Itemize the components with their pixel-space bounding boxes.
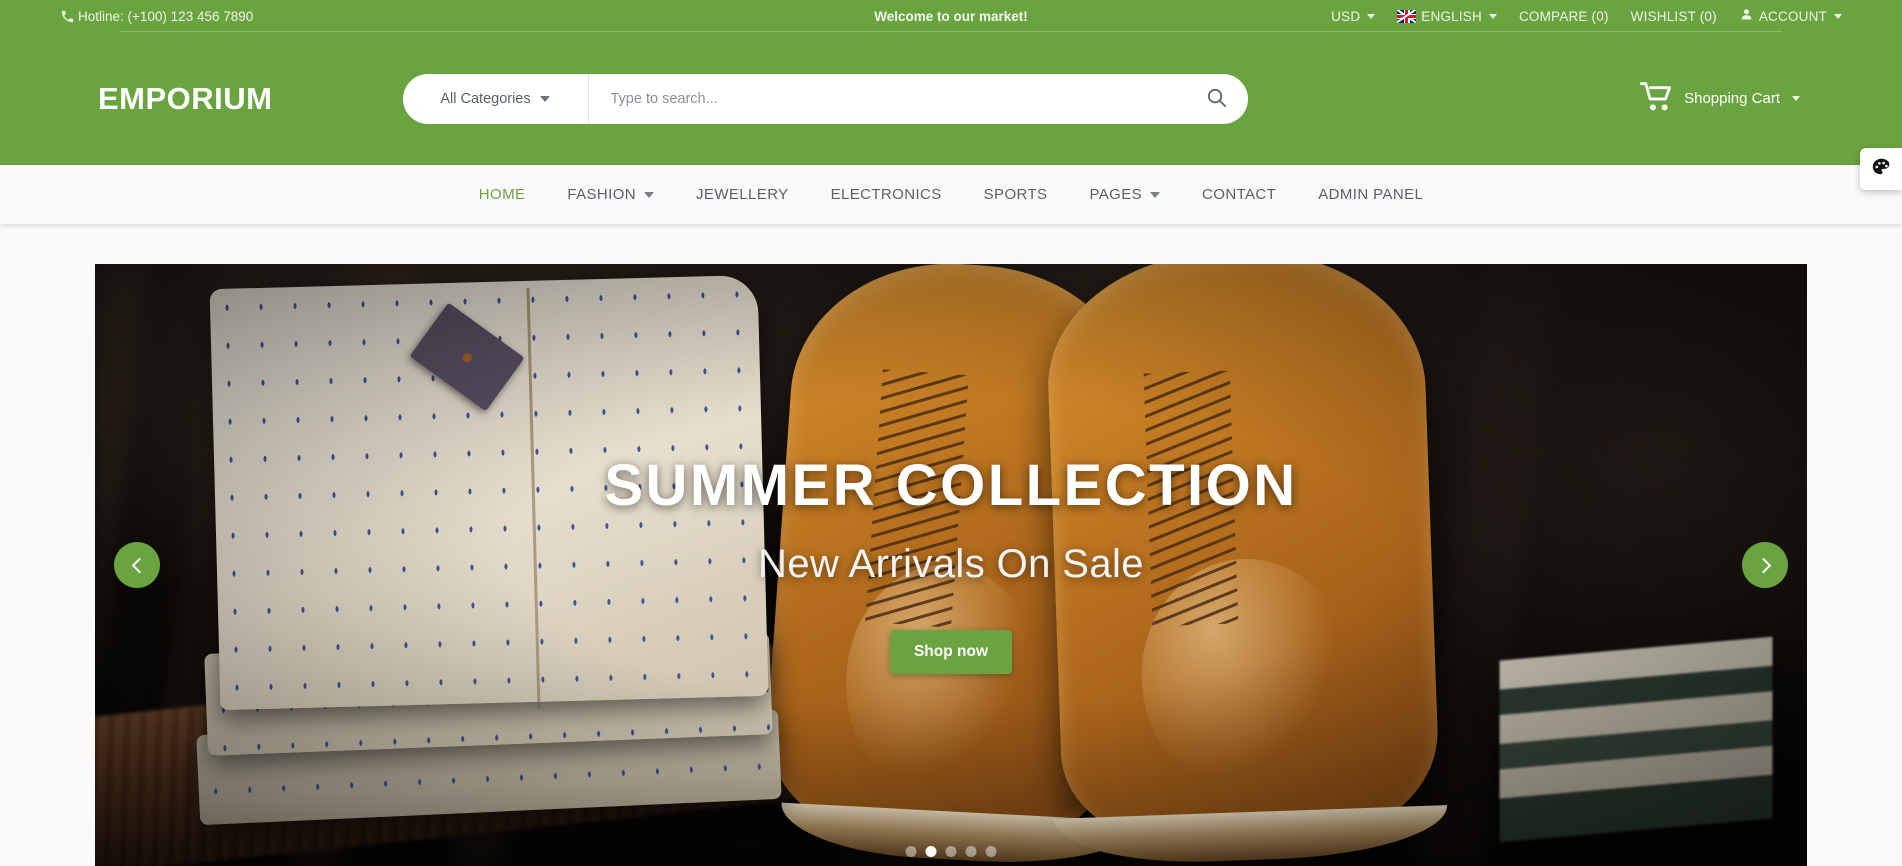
category-select[interactable]: All Categories bbox=[403, 73, 589, 124]
chevron-down-icon bbox=[1834, 13, 1842, 19]
nav-item-label: CONTACT bbox=[1202, 186, 1277, 203]
search-input[interactable] bbox=[588, 73, 1186, 124]
language-selector[interactable]: ENGLISH bbox=[1397, 9, 1497, 24]
nav-item-label: FASHION bbox=[567, 186, 637, 203]
currency-selector[interactable]: USD bbox=[1331, 8, 1376, 24]
chevron-left-icon bbox=[131, 557, 147, 573]
hotline-text: Hotline: (+100) 123 456 7890 bbox=[78, 8, 254, 24]
nav-item-label: ELECTRONICS bbox=[830, 186, 942, 203]
nav-item-label: ADMIN PANEL bbox=[1318, 186, 1424, 203]
nav-item-contact[interactable]: CONTACT bbox=[1181, 186, 1297, 203]
shop-now-button[interactable]: Shop now bbox=[889, 629, 1013, 674]
nav-item-jewellery[interactable]: JEWELLERY bbox=[675, 186, 810, 203]
nav-item-electronics[interactable]: ELECTRONICS bbox=[810, 186, 963, 203]
top-bar-divider bbox=[120, 31, 1782, 32]
account-menu[interactable]: ACCOUNT bbox=[1739, 7, 1842, 25]
nav-item-label: PAGES bbox=[1089, 186, 1143, 203]
nav-item-label: SPORTS bbox=[983, 186, 1048, 203]
hero-title: SUMMER COLLECTION bbox=[604, 452, 1298, 518]
site-header: EMPORIUM All Categories Type to search..… bbox=[0, 32, 1902, 165]
wishlist-link[interactable]: WISHLIST (0) bbox=[1631, 9, 1717, 24]
hero-dot-2[interactable] bbox=[925, 846, 937, 857]
chevron-right-icon bbox=[1755, 557, 1771, 573]
chevron-down-icon bbox=[1792, 96, 1800, 101]
chevron-down-icon bbox=[1150, 191, 1161, 198]
hero-pagination-dots bbox=[905, 846, 997, 857]
shopping-cart-icon bbox=[1640, 81, 1674, 116]
hero-content: SUMMER COLLECTION New Arrivals On Sale S… bbox=[95, 264, 1807, 866]
wishlist-label: WISHLIST (0) bbox=[1630, 8, 1717, 24]
theme-palette-button[interactable] bbox=[1860, 148, 1902, 190]
hero-next-button[interactable] bbox=[1742, 542, 1788, 588]
hero-dot-1[interactable] bbox=[905, 846, 917, 857]
palette-icon bbox=[1871, 157, 1892, 181]
nav-item-label: JEWELLERY bbox=[696, 186, 789, 203]
hero-subtitle: New Arrivals On Sale bbox=[758, 541, 1144, 586]
chevron-down-icon bbox=[539, 95, 550, 102]
currency-label: USD bbox=[1331, 8, 1361, 24]
chevron-down-icon bbox=[644, 191, 655, 198]
hero-area: SUMMER COLLECTION New Arrivals On Sale S… bbox=[0, 224, 1902, 866]
phone-icon bbox=[60, 9, 75, 24]
search-button[interactable] bbox=[1186, 74, 1248, 124]
top-bar: Hotline: (+100) 123 456 7890 Welcome to … bbox=[0, 0, 1902, 32]
hotline-link[interactable]: Hotline: (+100) 123 456 7890 bbox=[60, 9, 253, 24]
hero-slider: SUMMER COLLECTION New Arrivals On Sale S… bbox=[95, 264, 1807, 866]
person-icon bbox=[1739, 7, 1754, 25]
chevron-down-icon bbox=[1488, 13, 1497, 19]
hero-dot-5[interactable] bbox=[985, 846, 997, 857]
shopping-cart-label: Shopping Cart bbox=[1684, 90, 1780, 107]
compare-link[interactable]: COMPARE (0) bbox=[1519, 9, 1609, 24]
language-label: ENGLISH bbox=[1421, 8, 1482, 24]
compare-label: COMPARE (0) bbox=[1518, 8, 1609, 24]
shopping-cart-menu[interactable]: Shopping Cart bbox=[1640, 81, 1800, 116]
search-icon bbox=[1205, 86, 1228, 112]
hero-dot-3[interactable] bbox=[945, 846, 957, 857]
nav-item-label: HOME bbox=[478, 186, 526, 203]
hero-prev-button[interactable] bbox=[114, 542, 160, 588]
hero-dot-4[interactable] bbox=[965, 846, 977, 857]
uk-flag-icon bbox=[1397, 9, 1417, 23]
nav-item-fashion[interactable]: FASHION bbox=[546, 186, 675, 203]
nav-item-home[interactable]: HOME bbox=[458, 186, 547, 203]
chevron-down-icon bbox=[1367, 13, 1376, 19]
site-logo[interactable]: EMPORIUM bbox=[98, 81, 273, 117]
top-bar-right-links: USD ENGLISH COMPARE (0) WISHLIST (0) ACC… bbox=[1331, 7, 1842, 25]
main-navigation: HOME FASHION JEWELLERY ELECTRONICS SPORTS PAG… bbox=[0, 165, 1902, 224]
category-select-label: All Categories bbox=[440, 90, 531, 107]
nav-item-sports[interactable]: SPORTS bbox=[963, 186, 1069, 203]
nav-list: HOME FASHION JEWELLERY ELECTRONICS SPORTS PAG… bbox=[458, 186, 1444, 203]
account-label: ACCOUNT bbox=[1758, 8, 1827, 24]
welcome-message: Welcome to our market! bbox=[874, 8, 1028, 24]
nav-item-admin-panel[interactable]: ADMIN PANEL bbox=[1297, 186, 1444, 203]
nav-item-pages[interactable]: PAGES bbox=[1068, 186, 1181, 203]
search-bar: All Categories bbox=[402, 73, 1248, 124]
